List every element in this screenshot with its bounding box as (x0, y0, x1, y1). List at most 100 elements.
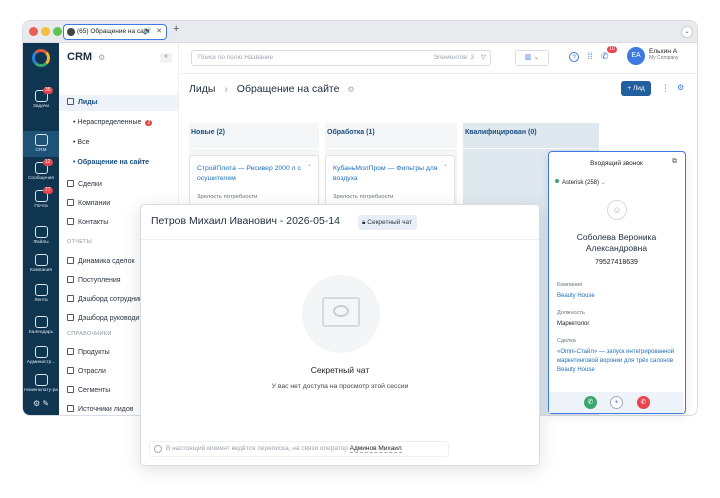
card-collapse-chevron-icon[interactable]: ⌃ (443, 164, 448, 171)
rail-settings-gear-icon[interactable]: ⚙ ✎ (23, 399, 59, 408)
position-label: Должность (557, 310, 585, 316)
help-icon[interactable]: ? (569, 52, 579, 62)
title-settings-gear-icon[interactable]: ⚙ (347, 85, 354, 94)
more-icon[interactable]: ⋮ (661, 83, 670, 94)
lead-card-title[interactable]: КубаньМолПром — Фильтры для воздуха (333, 164, 443, 184)
report-1-icon (67, 276, 74, 283)
user-menu[interactable]: Ельхин А My Company (649, 48, 678, 62)
reference-item-2-label: Сегменты (78, 387, 111, 394)
lock-icon: 🔒︎ (362, 219, 366, 226)
filter-icon[interactable]: ▽ (481, 51, 486, 65)
crm-settings-gear-icon[interactable]: ⚙ (98, 53, 105, 62)
new-tab-icon[interactable]: + (173, 23, 179, 35)
sidebar-item-2[interactable]: • Все (59, 135, 178, 151)
section-references: СПРАВОЧНИКИ (67, 331, 112, 337)
incoming-call-title: Входящий звонок (590, 160, 643, 167)
reference-2-icon (67, 386, 74, 393)
close-tab-icon[interactable]: ✕ (156, 25, 162, 38)
sidebar-item-3[interactable]: • Обращение на сайте (59, 155, 178, 171)
add-lead-button[interactable]: + Лид (621, 81, 651, 96)
rail-item-6[interactable]: Лента (23, 281, 59, 307)
rail-item-label: Почта (34, 204, 48, 209)
rail-item-7-icon (34, 316, 48, 328)
lead-card-field-label: Зрелость потребности (197, 194, 258, 200)
search-input[interactable]: Поиск по полю Название Элементов: 3 ▽ (191, 50, 491, 66)
rail-item-label: Номенклату-ра (24, 388, 58, 393)
sidebar-item-1[interactable]: • Нераспределенные 2 (59, 115, 178, 131)
rail-item-label: Лента (34, 298, 48, 303)
operator-name[interactable]: Админов Михаил (349, 445, 402, 453)
rail-item-5[interactable]: Компания (23, 251, 59, 277)
reference-0-icon (67, 348, 74, 355)
window-close-dot[interactable] (29, 27, 38, 36)
company-label: Компания (557, 282, 583, 288)
nav-5-icon (67, 199, 74, 206)
sidebar-item-6-label: Контакты (78, 219, 109, 226)
sound-icon[interactable]: 🔊 (143, 25, 152, 38)
breadcrumb-separator: › (224, 83, 228, 95)
reference-item-0-label: Продукты (78, 349, 110, 356)
transfer-call-button[interactable]: + (610, 396, 623, 409)
report-item-0-label: Динамика сделок (78, 258, 135, 265)
secret-chat-badge: 🔒︎ Секретный чат (358, 215, 417, 230)
operator-notice: В настоящий момент ведётся переписка, на… (149, 441, 449, 457)
view-switch-button[interactable]: ▥ ⌄ (515, 50, 549, 66)
company-link[interactable]: Beauty House (557, 292, 681, 301)
kanban-settings-gear-icon[interactable]: ⚙ (677, 83, 684, 92)
rail-item-label: Компания (30, 268, 52, 273)
crm-title: CRM (67, 51, 93, 63)
deal-link[interactable]: «Omni-Стайл» — запуск интегрированной ма… (557, 348, 681, 375)
sidebar-item-5-label: Компании (78, 200, 111, 207)
call-line-select[interactable]: Asterisk (258) ⌄ (555, 179, 606, 186)
report-3-icon (67, 314, 74, 321)
rail-item-0[interactable]: Задачи 35 (23, 87, 59, 113)
lead-card-field-label: Зрелость потребности (333, 194, 394, 200)
browser-tab-active[interactable]: (65) Обращение на сайт 🔊 ✕ (63, 24, 167, 40)
app-logo-icon[interactable] (32, 49, 50, 67)
reference-1-icon (67, 367, 74, 374)
sidebar-item-4[interactable]: Сделки (59, 177, 178, 193)
card-collapse-chevron-icon[interactable]: ⌃ (307, 164, 312, 171)
chevron-down-icon: ⌄ (533, 54, 540, 61)
rail-item-9[interactable]: Номенклату-ра (23, 371, 59, 397)
rail-item-4[interactable]: Файлы (23, 223, 59, 249)
accept-call-button[interactable]: ✆ (584, 396, 597, 409)
rail-item-7[interactable]: Календарь (23, 313, 59, 339)
nav-4-icon (67, 180, 74, 187)
call-line: Asterisk (258) (562, 180, 600, 186)
secret-chat-panel: Петров Михаил Иванович - 2026-05-14 🔒︎ С… (140, 204, 540, 466)
rail-item-8-icon (34, 346, 48, 358)
notifications-icon[interactable]: ✆ 10 (601, 46, 617, 61)
rail-item-8[interactable]: Администр... (23, 343, 59, 369)
line-status-dot (555, 179, 559, 183)
rail-item-label: Администр... (26, 360, 56, 365)
sidebar-collapse-button[interactable]: « (160, 53, 172, 63)
decline-call-button[interactable]: ✆ (637, 396, 650, 409)
reference-3-icon (67, 405, 74, 412)
rail-item-2[interactable]: Сообщения 12 (23, 159, 59, 185)
rail-item-1[interactable]: CRM (23, 131, 59, 157)
tab-list-chevron-icon[interactable]: ⌄ (681, 26, 693, 38)
lead-card-title[interactable]: СтройПлита — Ресивер 2000 л с осушителем (197, 164, 307, 184)
rail-item-3[interactable]: Почта 77 (23, 187, 59, 213)
hang-up-icon: ✆ (640, 399, 647, 406)
window-maximize-dot[interactable] (53, 27, 62, 36)
rail-item-badge: 12 (43, 159, 53, 166)
breadcrumb-root[interactable]: Лиды (189, 83, 215, 95)
add-user-icon: + (614, 399, 619, 406)
sidebar-item-0[interactable]: Лиды (59, 95, 178, 111)
grid-icon[interactable]: ⁞⁞ (588, 51, 593, 61)
reference-item-1-label: Отрасли (78, 368, 106, 375)
expand-call-icon[interactable]: ⧉ (672, 158, 677, 166)
avatar[interactable]: EA (627, 47, 645, 65)
position-value: Маркетолог (557, 321, 590, 327)
info-icon (154, 445, 162, 453)
user-company: My Company (649, 55, 679, 61)
sidebar-item-4-label: Сделки (78, 181, 102, 188)
window-minimize-dot[interactable] (41, 27, 50, 36)
kanban-column-title: Квалифицирован (0) (465, 129, 537, 136)
chevron-down-icon: ⌄ (600, 180, 606, 186)
rail-item-5-icon (34, 254, 48, 266)
rail-item-label: Календарь (28, 330, 54, 335)
browser-tab-bar: (65) Обращение на сайт 🔊 ✕ + ⌄ (23, 21, 697, 43)
